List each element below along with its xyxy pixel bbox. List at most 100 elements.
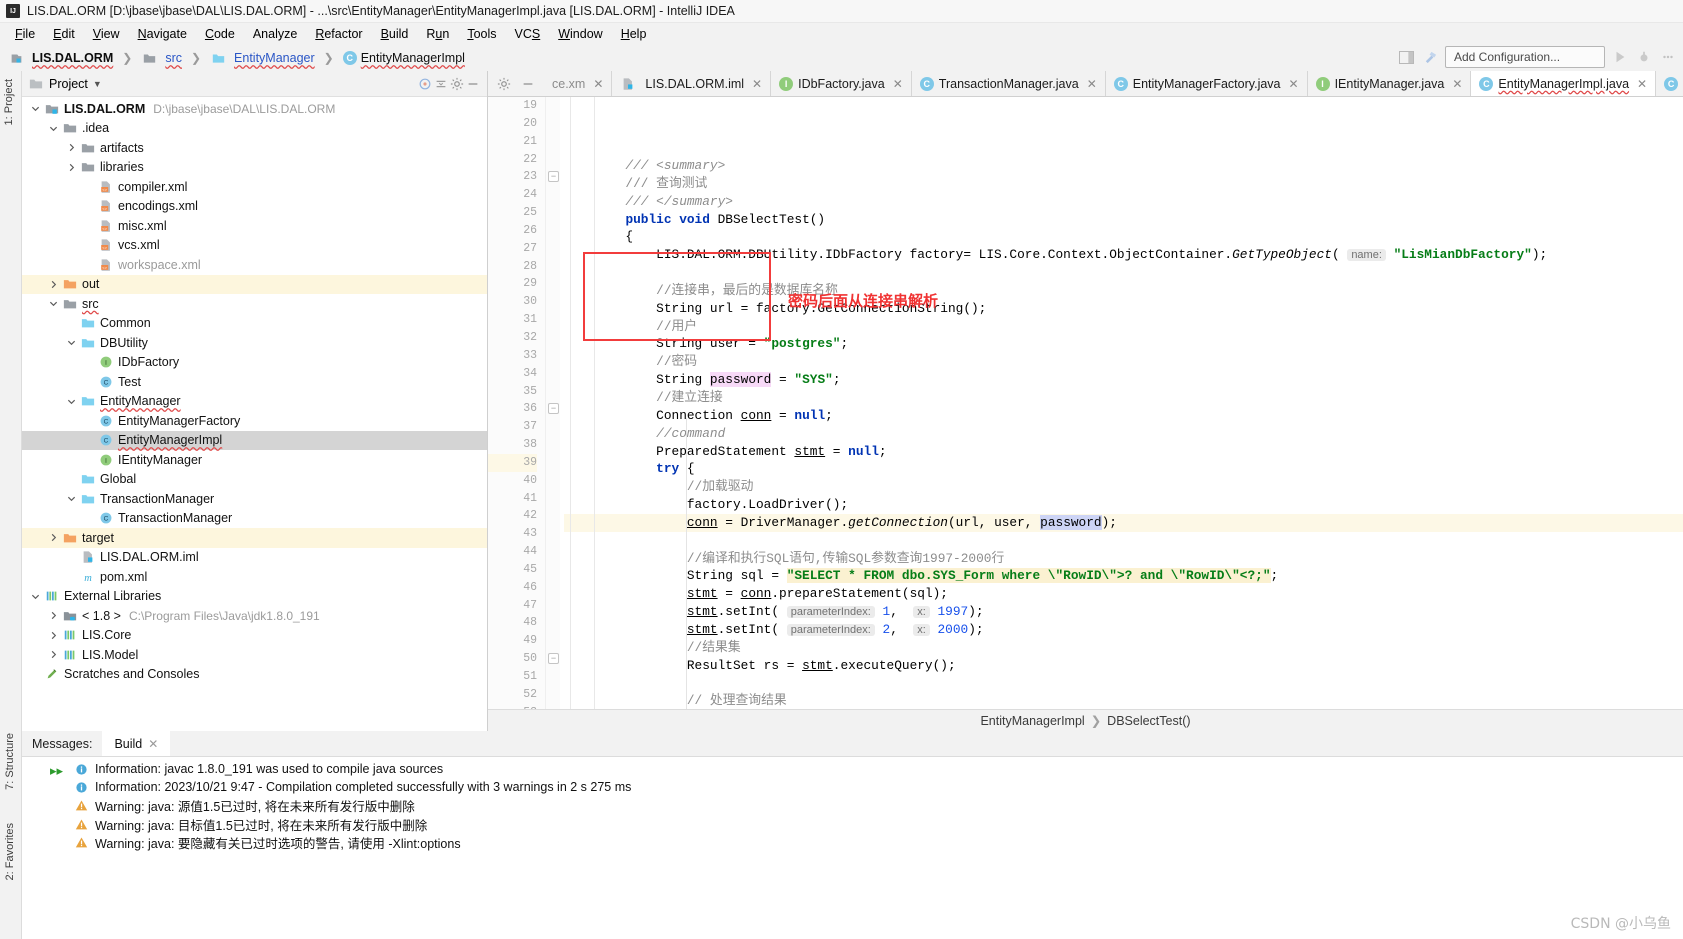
target-icon[interactable] <box>417 76 433 92</box>
chevron-right-icon[interactable] <box>66 142 77 153</box>
debug-icon[interactable] <box>1635 48 1653 66</box>
code-line[interactable]: public void DBSelectTest() <box>564 211 1683 229</box>
settings-gear-icon[interactable] <box>496 76 512 92</box>
chevron-right-icon[interactable] <box>48 279 59 290</box>
settings-gear-icon[interactable] <box>449 76 465 92</box>
chevron-down-icon[interactable] <box>48 123 59 134</box>
menu-help[interactable]: Help <box>612 25 656 43</box>
hide-panel-icon[interactable] <box>465 76 481 92</box>
code-fold-toggle[interactable]: − <box>548 171 559 183</box>
menu-run[interactable]: Run <box>417 25 458 43</box>
code-line[interactable]: String sql = "SELECT * FROM dbo.SYS_Form… <box>564 567 1683 585</box>
tree-node-common[interactable]: Common <box>22 314 487 334</box>
menu-refactor[interactable]: Refactor <box>306 25 371 43</box>
editor-tab-strip[interactable]: ce.xm ✕ LIS.DAL.ORM.iml ✕ I IDbFactory.java ✕ C… <box>488 71 1683 97</box>
tree-node-target[interactable]: target <box>22 528 487 548</box>
menu-tools[interactable]: Tools <box>458 25 505 43</box>
more-icon[interactable] <box>1659 48 1677 66</box>
run-icon[interactable] <box>1611 48 1629 66</box>
tree-node-entitymanagerfactory[interactable]: C EntityManagerFactory <box>22 411 487 431</box>
tree-node-idea[interactable]: .idea <box>22 119 487 139</box>
code-line[interactable]: /// </summary> <box>564 193 1683 211</box>
tool-window-structure-tab[interactable]: 7: Structure <box>4 733 16 790</box>
tree-node-scratches-and-consoles[interactable]: Scratches and Consoles <box>22 665 487 685</box>
code-line[interactable]: LIS.DAL.ORM.DBUtility.IDbFactory factory… <box>564 246 1683 264</box>
tree-node-idbfactory[interactable]: I IDbFactory <box>22 353 487 373</box>
code-line[interactable]: try { <box>564 460 1683 478</box>
breadcrumb-src[interactable]: src <box>165 51 182 65</box>
breadcrumb-file[interactable]: EntityManagerImpl <box>361 51 465 65</box>
chevron-down-icon[interactable] <box>30 591 41 602</box>
code-line[interactable]: //加载驱动 <box>564 478 1683 496</box>
menu-window[interactable]: Window <box>549 25 611 43</box>
code-fold-toggle[interactable]: − <box>548 653 559 665</box>
message-row[interactable]: Information: 2023/10/21 9:47 - Compilati… <box>74 778 1683 796</box>
code-line[interactable]: stmt.setInt( parameterIndex: 2, x: 2000)… <box>564 621 1683 639</box>
code-line[interactable]: /// <summary> <box>564 157 1683 175</box>
code-line[interactable]: //command <box>564 425 1683 443</box>
tree-node-test[interactable]: C Test <box>22 372 487 392</box>
code-line[interactable]: conn = DriverManager.getConnection(url, … <box>564 513 1683 532</box>
tree-node-pom-xml[interactable]: m pom.xml <box>22 567 487 587</box>
code-line[interactable]: //连接串，最后的是数据库名称 <box>564 282 1683 300</box>
close-icon[interactable]: ✕ <box>1637 77 1647 91</box>
code-line[interactable]: // 处理查询结果 <box>564 692 1683 709</box>
close-icon[interactable]: ✕ <box>593 77 603 91</box>
tree-node-out[interactable]: out <box>22 274 487 294</box>
tree-node-encodings-xml[interactable]: <> encodings.xml <box>22 197 487 217</box>
code-line[interactable] <box>564 674 1683 692</box>
code-line[interactable] <box>564 264 1683 282</box>
chevron-down-icon[interactable] <box>66 493 77 504</box>
tree-node-1-8[interactable]: < 1.8 > C:\Program Files\Java\jdk1.8.0_19… <box>22 606 487 626</box>
editor-tab-idbfactory-java[interactable]: I IDbFactory.java ✕ <box>771 71 912 96</box>
code-line[interactable]: { <box>564 228 1683 246</box>
editor-tab-entitymanagerimpl-java[interactable]: C EntityManagerImpl.java ✕ <box>1471 71 1657 96</box>
editor-breadcrumb-class[interactable]: EntityManagerImpl <box>980 714 1084 728</box>
code-line[interactable]: String user = "postgres"; <box>564 335 1683 353</box>
code-line[interactable]: String url = factory.GetConnectionString… <box>564 300 1683 318</box>
close-icon[interactable]: ✕ <box>893 77 903 91</box>
chevron-right-icon[interactable] <box>48 532 59 543</box>
chevron-right-icon[interactable] <box>66 162 77 173</box>
menu-edit[interactable]: Edit <box>44 25 84 43</box>
chevron-right-icon[interactable] <box>48 610 59 621</box>
tree-node-entitymanagerimpl[interactable]: C EntityManagerImpl <box>22 430 487 450</box>
layout-icon[interactable] <box>1397 48 1415 66</box>
collapse-all-icon[interactable] <box>433 76 449 92</box>
code-line[interactable]: factory.LoadDriver(); <box>564 496 1683 514</box>
tree-node-lis-dal-orm[interactable]: LIS.DAL.ORM D:\jbase\jbase\DAL\LIS.DAL.OR… <box>22 99 487 119</box>
editor-tab-lis-dal-orm-iml[interactable]: LIS.DAL.ORM.iml ✕ <box>612 71 772 96</box>
menu-build[interactable]: Build <box>372 25 418 43</box>
code-line[interactable]: //结果集 <box>564 639 1683 657</box>
close-icon[interactable]: ✕ <box>752 77 762 91</box>
editor-tab-ientitymanager-java[interactable]: I IEntityManager.java ✕ <box>1307 71 1472 96</box>
code-editor[interactable]: 19 20 21 22 23 24 25 26 27 28 29 30 31 32 33 34 35 36 37 38… <box>488 97 1683 709</box>
tree-node-global[interactable]: Global <box>22 470 487 490</box>
tree-node-workspace-xml[interactable]: <> workspace.xml <box>22 255 487 275</box>
tree-node-vcs-xml[interactable]: <> vcs.xml <box>22 236 487 256</box>
project-panel-title-group[interactable]: Project ▼ <box>28 76 102 92</box>
code-line[interactable]: stmt = conn.prepareStatement(sql); <box>564 585 1683 603</box>
chevron-down-icon[interactable] <box>30 103 41 114</box>
menu-vcs[interactable]: VCS <box>506 25 550 43</box>
close-icon[interactable]: ✕ <box>1087 77 1097 91</box>
tree-node-entitymanager[interactable]: EntityManager <box>22 392 487 412</box>
code-line[interactable]: ResultSet rs = stmt.executeQuery(); <box>564 657 1683 675</box>
editor-tab-driverma[interactable]: CDriverMa <box>1656 71 1683 96</box>
code-line[interactable]: PreparedStatement stmt = null; <box>564 443 1683 461</box>
menu-analyze[interactable]: Analyze <box>244 25 306 43</box>
close-icon[interactable]: ✕ <box>148 737 158 751</box>
tree-node-artifacts[interactable]: artifacts <box>22 138 487 158</box>
message-row[interactable]: Warning: java: 源值1.5已过时, 将在未来所有发行版中删除 <box>74 797 1683 815</box>
tree-node-compiler-xml[interactable]: <> compiler.xml <box>22 177 487 197</box>
message-row[interactable]: Information: javac 1.8.0_191 was used to… <box>74 760 1683 778</box>
tab-build[interactable]: Build ✕ <box>102 731 171 756</box>
chevron-right-icon[interactable] <box>48 630 59 641</box>
code-line[interactable]: //密码 <box>564 353 1683 371</box>
menu-file[interactable]: File <box>6 25 44 43</box>
chevron-down-icon[interactable] <box>66 396 77 407</box>
tool-window-project-tab[interactable]: 1: Project <box>0 75 19 129</box>
tree-node-dbutility[interactable]: DBUtility <box>22 333 487 353</box>
tree-node-lis-model[interactable]: LIS.Model <box>22 645 487 665</box>
tree-node-transactionmanager[interactable]: TransactionManager <box>22 489 487 509</box>
